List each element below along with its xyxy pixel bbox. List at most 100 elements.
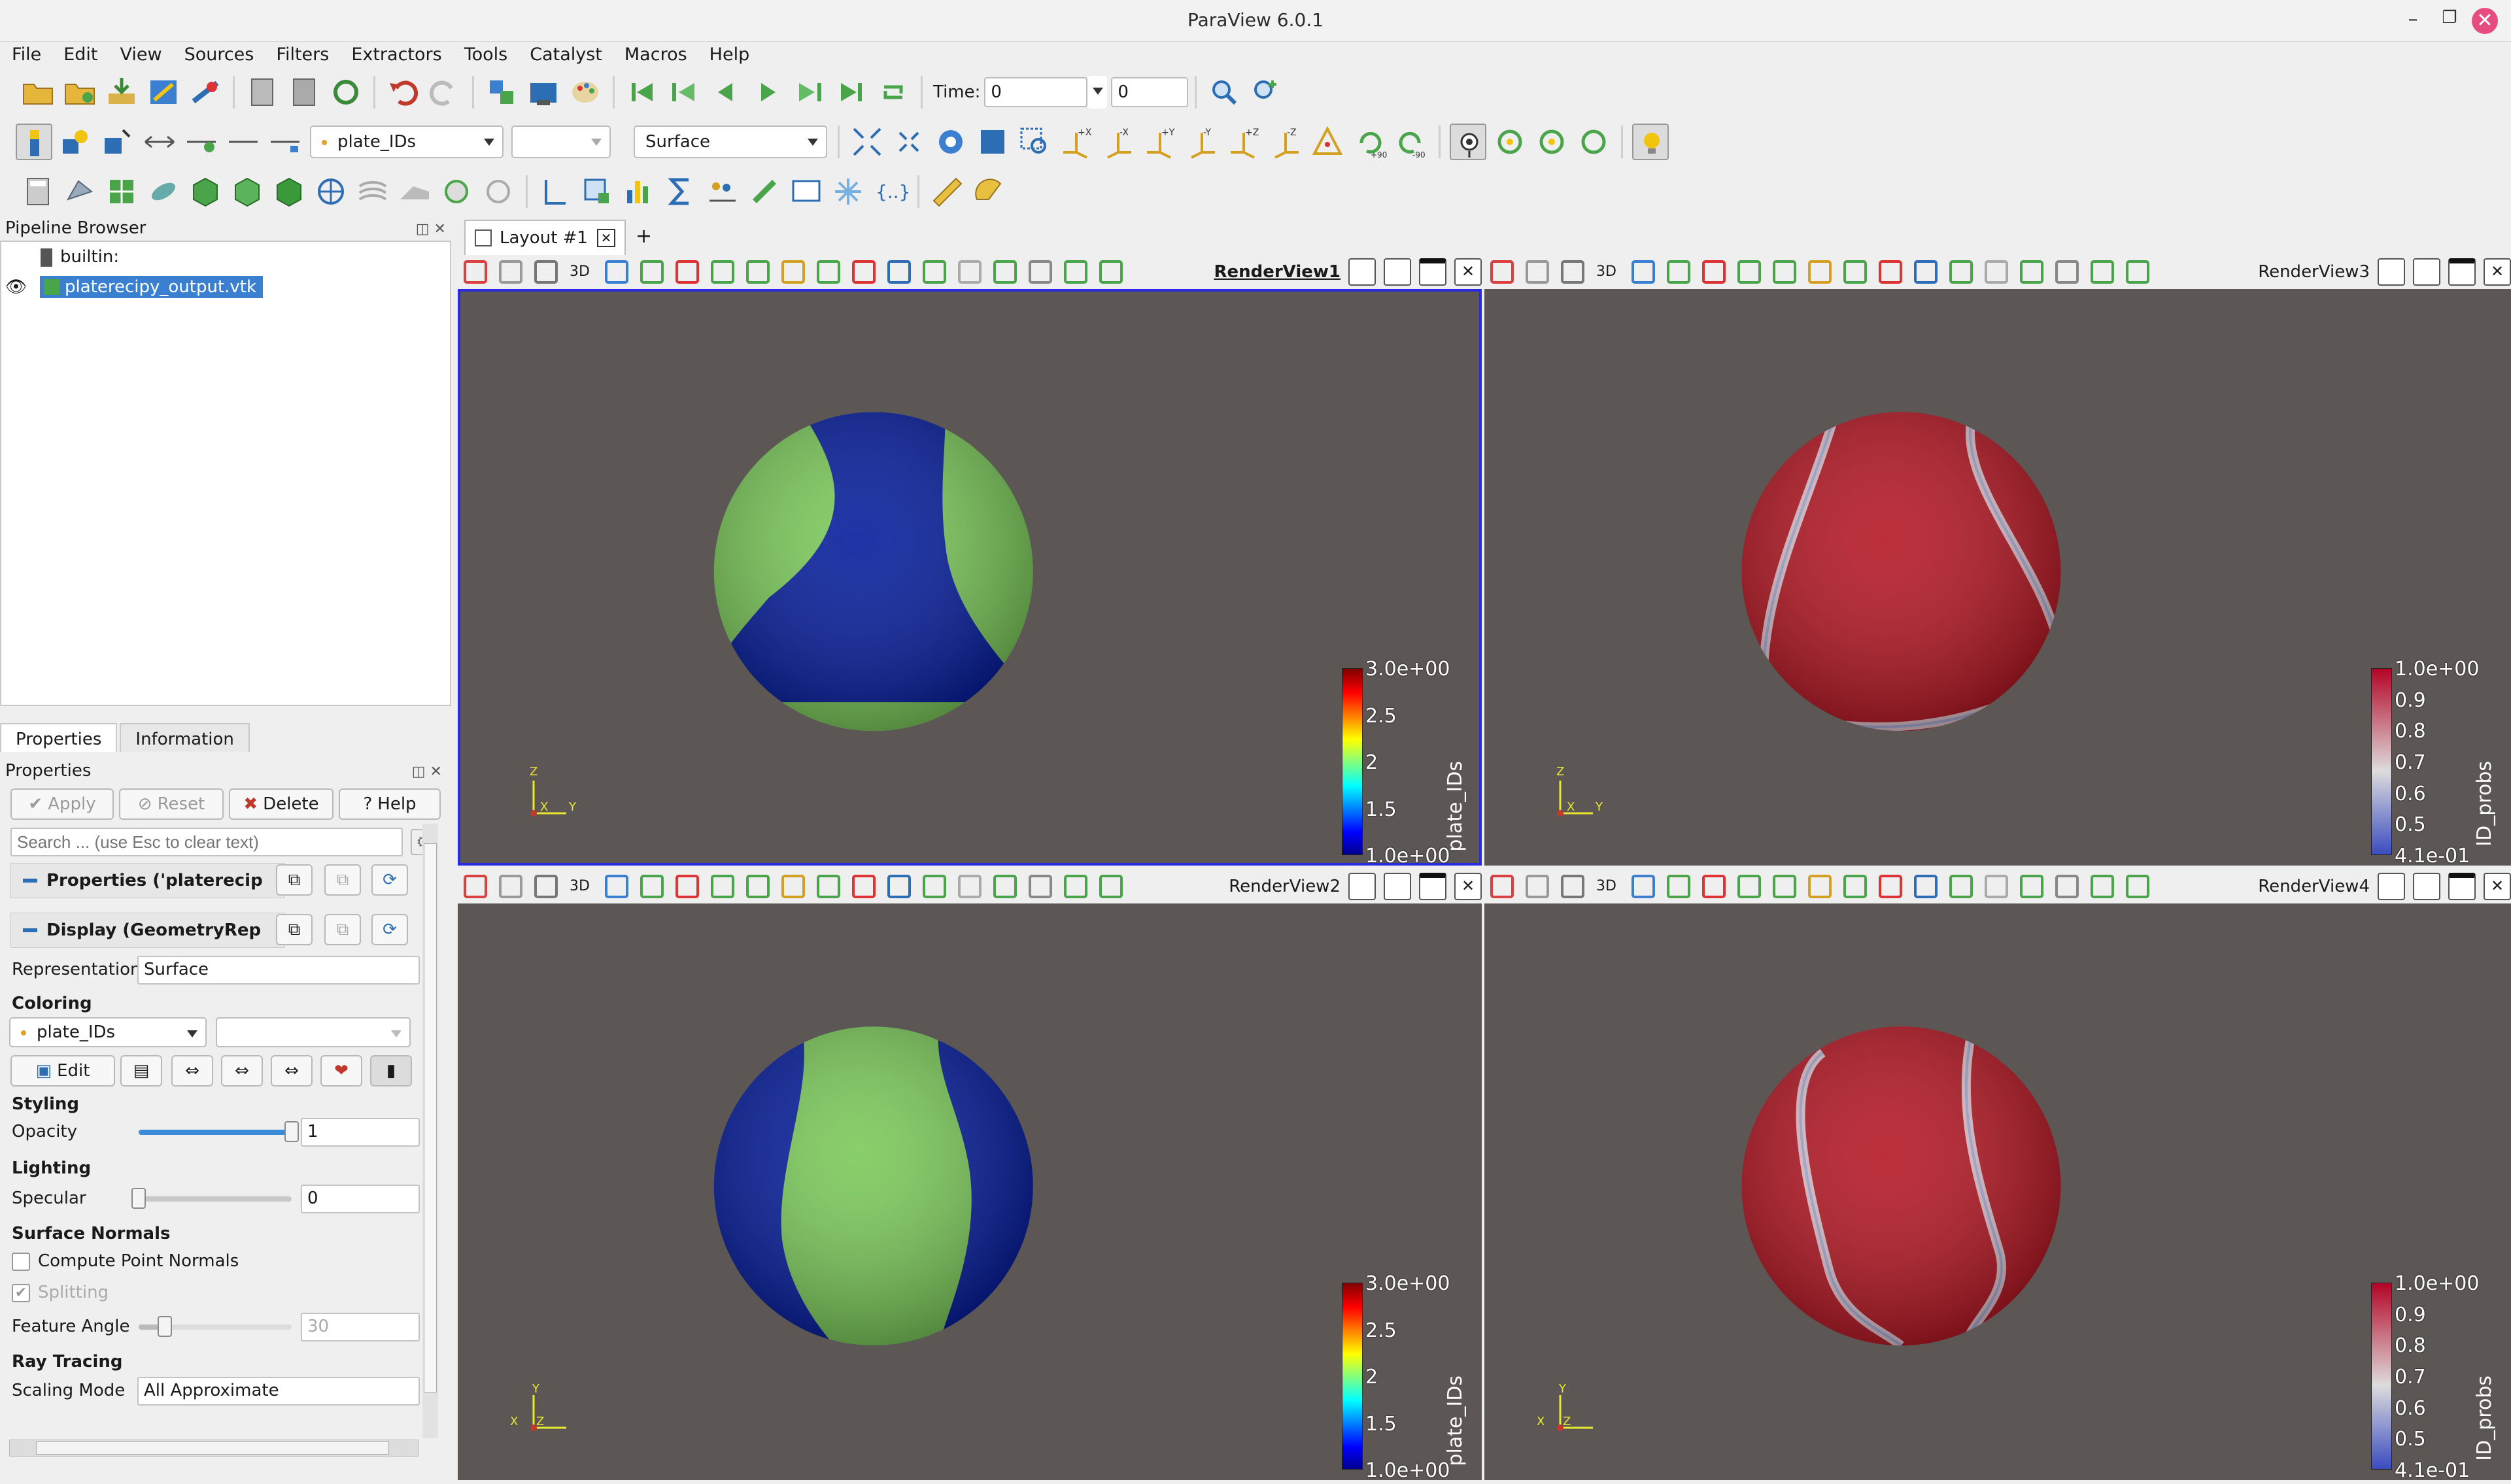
descriptive-statistics-icon[interactable] <box>704 173 741 210</box>
view-tool-icon[interactable] <box>1879 260 1902 284</box>
close-view-icon[interactable]: ✕ <box>1454 258 1482 286</box>
view-name[interactable]: RenderView2 <box>1229 877 1341 896</box>
copy-display-icon[interactable]: ⧉ <box>276 914 313 945</box>
menu-view[interactable]: View <box>120 44 162 65</box>
color-legend-bar[interactable] <box>1342 668 1363 855</box>
reset-center-icon[interactable] <box>1533 124 1570 160</box>
split-vertical-icon[interactable] <box>1384 258 1411 286</box>
close-tab-icon[interactable]: ✕ <box>596 229 615 247</box>
ruler-icon[interactable] <box>929 173 965 210</box>
view-tool-icon[interactable] <box>1099 260 1123 284</box>
view-tool-icon[interactable] <box>1914 875 1938 898</box>
view-tool-icon[interactable] <box>1029 260 1052 284</box>
view-tool-icon[interactable] <box>1526 260 1549 284</box>
group-datasets-icon[interactable] <box>396 173 433 210</box>
opacity-slider-handle[interactable] <box>284 1121 299 1142</box>
rotate-minus-90-icon[interactable]: -90 <box>1393 124 1429 160</box>
section-properties[interactable]: Properties ('platerecip <box>10 863 285 898</box>
menu-file[interactable]: File <box>12 44 41 65</box>
pipeline-root[interactable]: builtin: <box>41 247 119 267</box>
dock-close-icon[interactable]: ◫ ✕ <box>412 760 442 784</box>
menu-edit[interactable]: Edit <box>63 44 97 65</box>
view-direction-plus-x-icon[interactable]: +X <box>1058 124 1095 160</box>
view-tool-icon[interactable] <box>1773 260 1796 284</box>
view-tool-icon[interactable] <box>1737 875 1761 898</box>
rescale-temporal-range-icon[interactable]: ⇔ <box>271 1055 313 1087</box>
manage-plugins-icon[interactable] <box>244 74 281 110</box>
vertical-scrollbar[interactable] <box>422 824 438 1438</box>
last-frame-icon[interactable] <box>833 74 870 110</box>
save-data-icon[interactable] <box>103 74 140 110</box>
view-tool-icon[interactable] <box>464 875 487 898</box>
edit-colormap-button[interactable]: ▣ Edit <box>10 1055 115 1087</box>
undo-icon[interactable] <box>384 74 421 110</box>
view-direction-plus-y-icon[interactable]: +Y <box>1142 124 1178 160</box>
specular-slider-handle[interactable] <box>131 1188 146 1209</box>
view-tool-icon[interactable] <box>1561 875 1584 898</box>
split-horizontal-icon[interactable] <box>2378 258 2405 286</box>
integrate-variables-icon[interactable] <box>662 173 699 210</box>
dock-close-icon[interactable]: ◫ ✕ <box>416 217 446 242</box>
view-tool-icon[interactable] <box>1949 875 1973 898</box>
rescale-data-range-icon[interactable]: ⇔ <box>171 1055 213 1087</box>
rescale-temporal-icon[interactable] <box>183 124 220 160</box>
menu-macros[interactable]: Macros <box>624 44 687 65</box>
python-shell-icon[interactable] <box>483 74 520 110</box>
view-tool-icon[interactable] <box>958 875 982 898</box>
representation-select[interactable]: Surface <box>137 956 420 985</box>
view-name[interactable]: RenderView3 <box>2258 262 2370 282</box>
view-tool-icon[interactable] <box>958 260 982 284</box>
view-tool-icon[interactable] <box>1702 875 1726 898</box>
layout-tab[interactable]: Layout #1 ✕ <box>464 220 626 255</box>
play-icon[interactable] <box>749 74 786 110</box>
first-frame-icon[interactable] <box>624 74 660 110</box>
paste-properties-icon[interactable]: ⧉ <box>324 864 361 896</box>
close-view-icon[interactable]: ✕ <box>1454 873 1482 900</box>
time-dropdown-arrow[interactable] <box>1087 76 1108 109</box>
view-tool-icon[interactable] <box>1490 875 1514 898</box>
mode-3d-button[interactable]: 3D <box>570 875 593 898</box>
view-tool-icon[interactable] <box>887 875 911 898</box>
view-tool-icon[interactable] <box>711 260 734 284</box>
programmable-filter-icon[interactable] <box>788 173 825 210</box>
split-vertical-icon[interactable] <box>2413 873 2440 900</box>
temporal-icon[interactable] <box>480 173 517 210</box>
next-frame-icon[interactable] <box>791 74 828 110</box>
view-tool-icon[interactable] <box>1029 875 1052 898</box>
view-tool-icon[interactable] <box>1490 260 1514 284</box>
view-tool-icon[interactable] <box>640 260 664 284</box>
feature-angle-input[interactable]: 30 <box>301 1313 420 1341</box>
view-tool-icon[interactable] <box>1064 875 1087 898</box>
show-scalar-bar-icon[interactable]: ▮ <box>370 1055 412 1087</box>
view-tool-icon[interactable] <box>1808 260 1832 284</box>
time-value-input[interactable]: 0 <box>984 77 1088 107</box>
open-file-icon[interactable] <box>20 74 56 110</box>
view-tool-icon[interactable] <box>2091 875 2114 898</box>
reset-camera-closest-icon[interactable] <box>891 124 927 160</box>
rotate-plus-90-icon[interactable]: +90 <box>1351 124 1388 160</box>
rescale-visible-icon[interactable] <box>225 124 262 160</box>
feature-angle-slider[interactable] <box>139 1316 292 1337</box>
split-horizontal-icon[interactable] <box>1348 873 1376 900</box>
loop-icon[interactable] <box>875 74 912 110</box>
menu-filters[interactable]: Filters <box>276 44 329 65</box>
maximize-icon[interactable] <box>1419 873 1446 900</box>
manage-links-icon[interactable] <box>286 74 322 110</box>
coloring-array-select[interactable]: plate_IDs <box>9 1017 207 1047</box>
isometric-view-icon[interactable] <box>1309 124 1346 160</box>
menu-extractors[interactable]: Extractors <box>351 44 441 65</box>
view-tool-icon[interactable] <box>923 875 946 898</box>
tab-information[interactable]: Information <box>120 723 250 756</box>
plot-over-line-icon[interactable] <box>537 173 573 210</box>
reset-camera-icon[interactable] <box>849 124 885 160</box>
view-tool-icon[interactable] <box>817 260 840 284</box>
rescale-visible-range-icon[interactable] <box>267 124 303 160</box>
toggle-color-legend-icon[interactable] <box>16 124 52 160</box>
mode-3d-button[interactable]: 3D <box>1596 875 1620 898</box>
minimize-icon[interactable]: – <box>2400 8 2426 31</box>
delete-button[interactable]: ✖ Delete <box>229 788 333 820</box>
close-view-icon[interactable]: ✕ <box>2484 873 2511 900</box>
reload-properties-icon[interactable]: ⟳ <box>371 864 408 896</box>
connect-icon[interactable] <box>145 74 182 110</box>
view-direction-minus-z-icon[interactable]: -Z <box>1267 124 1304 160</box>
